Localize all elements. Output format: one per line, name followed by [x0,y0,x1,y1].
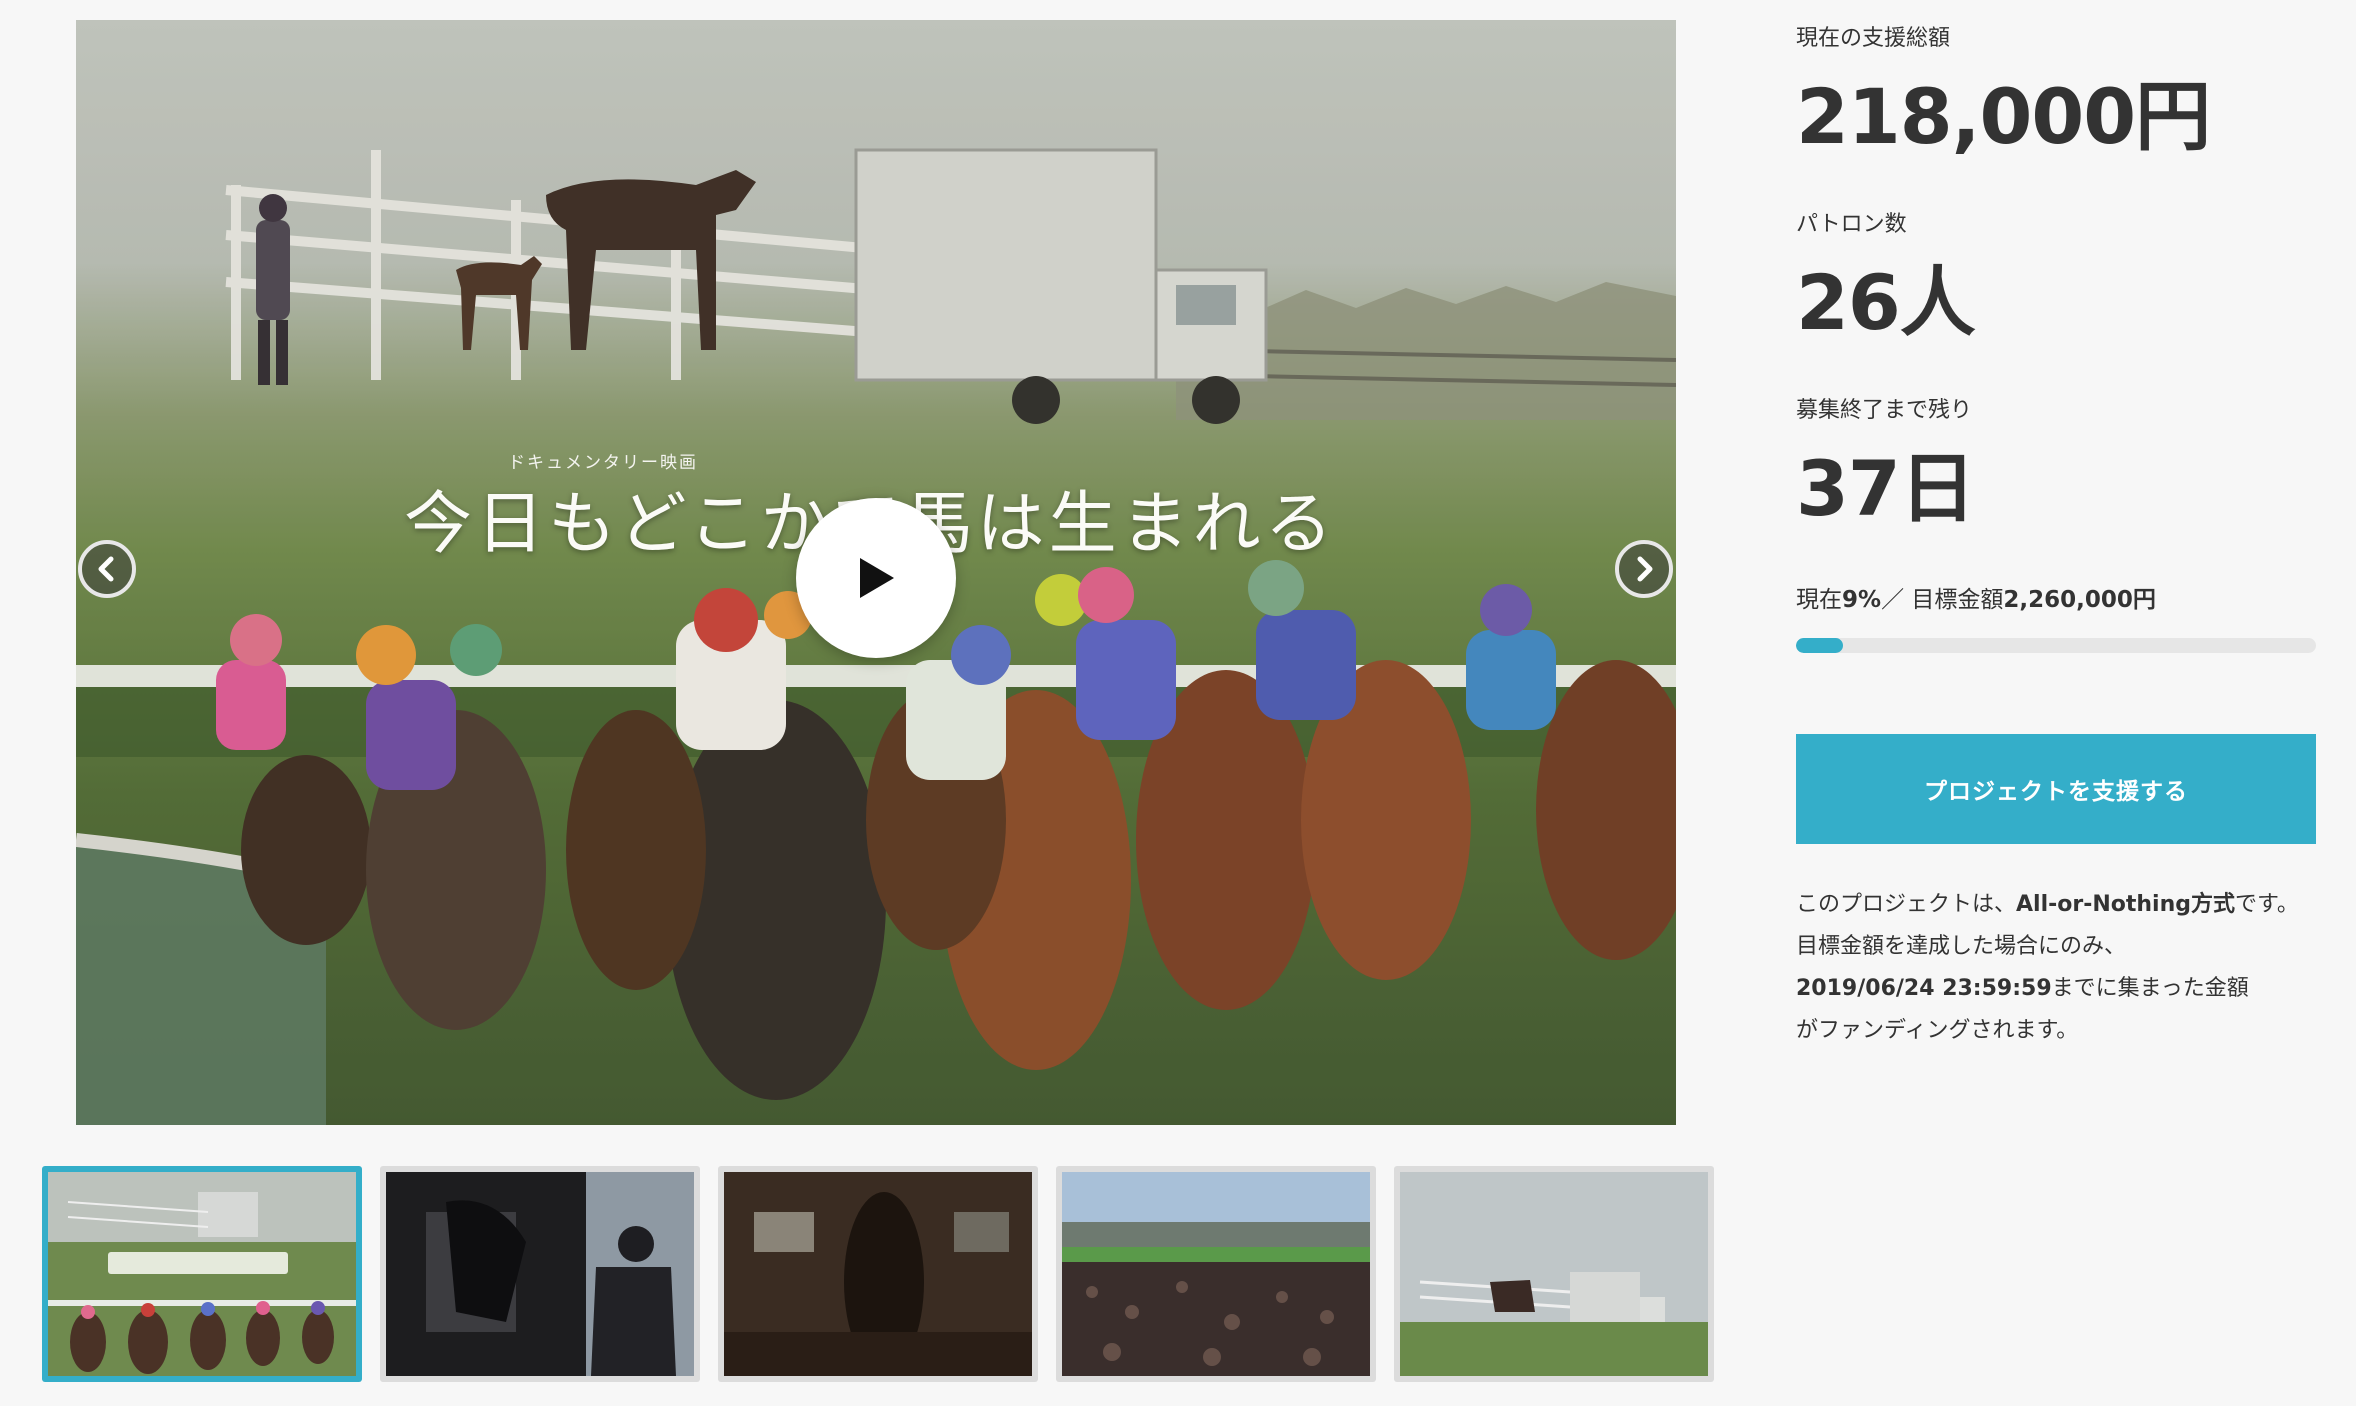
total-amount-label: 現在の支援総額 [1796,26,1951,51]
thumbnail-1[interactable] [42,1166,362,1382]
progress-prefix: 現在 [1796,587,1842,613]
remaining-label: 募集終了まで残り [1796,398,1973,423]
patrons-label: パトロン数 [1796,212,1907,237]
funding-panel: 現在の支援総額 218,000円 パトロン数 26人 募集終了まで残り 37日 … [1796,0,2316,1406]
thumbnail-strip [42,1166,1714,1382]
note-method: All-or-Nothing方式 [2016,892,2236,917]
note-text: 目標金額を達成した場合にのみ、 [1796,934,2127,959]
chevron-left-icon [98,556,114,582]
remaining-value: 37日 [1796,444,1976,533]
note-text: です。 [2235,892,2299,917]
thumbnail-4[interactable] [1056,1166,1376,1382]
goal-amount: 2,260,000円 [2003,587,2156,613]
next-slide-button[interactable] [1615,540,1673,598]
chevron-right-icon [1637,556,1653,582]
funding-note: このプロジェクトは、All-or-Nothing方式です。 目標金額を達成した場… [1796,884,2316,1052]
note-text: がファンディングされます。 [1796,1018,2079,1043]
thumbnail-2[interactable] [380,1166,700,1382]
progress-label: 現在9%／ 目標金額2,260,000円 [1796,580,2156,614]
progress-bar [1796,638,2316,653]
play-button[interactable] [796,498,956,658]
progress-separator: ／ 目標金額 [1881,587,2004,613]
note-text: までに集まった金額 [2051,976,2249,1001]
patrons-value: 26人 [1796,258,1976,347]
thumbnail-image [724,1172,1032,1376]
note-deadline: 2019/06/24 23:59:59 [1796,976,2052,1001]
video-player[interactable]: ドキュメンタリー映画 今日もどこかで馬は生まれる [76,20,1676,1125]
note-text: このプロジェクトは、 [1796,892,2017,917]
thumbnail-image [48,1172,356,1376]
thumbnail-5[interactable] [1394,1166,1714,1382]
prev-slide-button[interactable] [78,540,136,598]
thumbnail-image [1062,1172,1370,1376]
total-amount-value: 218,000円 [1796,72,2211,161]
progress-percent: 9% [1842,587,1882,613]
thumbnail-image [386,1172,694,1376]
thumbnail-3[interactable] [718,1166,1038,1382]
thumbnail-image [1400,1172,1708,1376]
project-page: ドキュメンタリー映画 今日もどこかで馬は生まれる [0,0,2356,1406]
progress-fill [1796,638,1843,653]
support-project-button[interactable]: プロジェクトを支援する [1796,734,2316,844]
play-icon [860,558,894,598]
